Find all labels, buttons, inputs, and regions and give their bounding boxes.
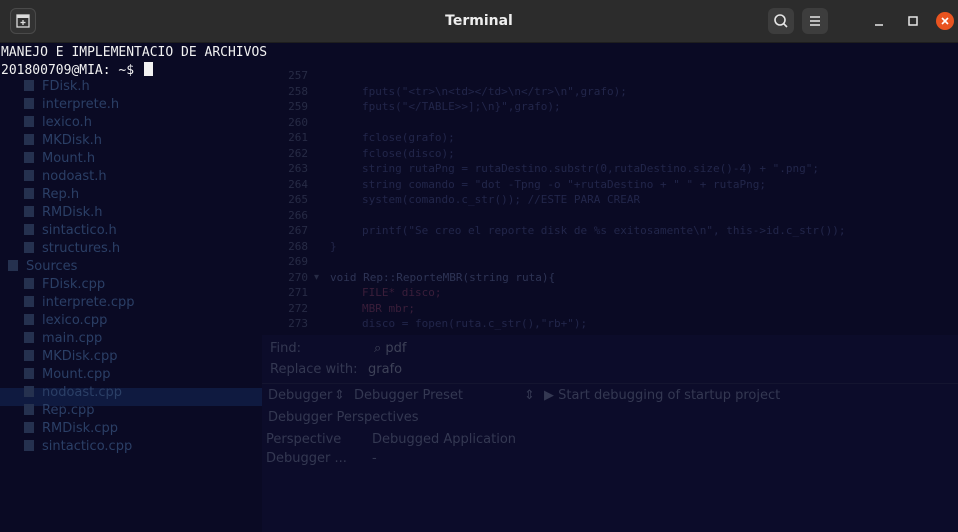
search-button[interactable] (768, 8, 794, 34)
terminal-prompt: 201800709@MIA: ~$ (1, 63, 142, 78)
hamburger-menu-icon (810, 16, 820, 26)
terminal-line: MANEJO E IMPLEMENTACIO DE ARCHIVOS (1, 45, 268, 60)
maximize-button[interactable] (900, 8, 926, 34)
minimize-icon (875, 24, 883, 26)
close-icon (941, 17, 949, 25)
menu-button[interactable] (802, 8, 828, 34)
terminal-window: FDisk.h interprete.h lexico.h MKDisk.h M… (0, 0, 958, 532)
terminal-prompt-line[interactable]: 201800709@MIA: ~$ (1, 62, 153, 78)
terminal-output[interactable]: MANEJO E IMPLEMENTACIO DE ARCHIVOS 20180… (0, 43, 958, 532)
text-cursor (143, 62, 153, 76)
title-bar[interactable]: Terminal (0, 0, 958, 43)
close-button[interactable] (936, 12, 954, 30)
maximize-icon (908, 16, 918, 26)
search-icon (774, 14, 788, 28)
minimize-button[interactable] (866, 8, 892, 34)
